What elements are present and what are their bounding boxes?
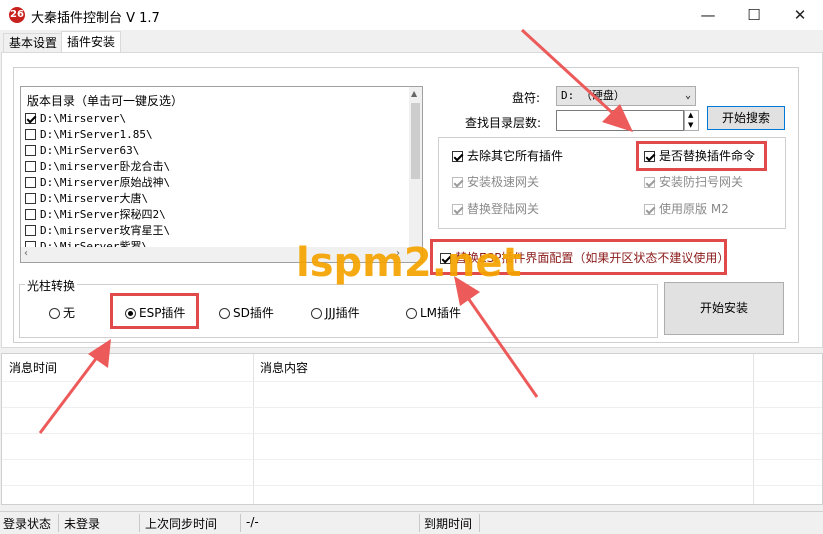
- arrow-icon: [520, 28, 633, 132]
- arrow-icon: [38, 339, 111, 434]
- annotation-arrows: [38, 28, 633, 434]
- arrow-icon: [454, 276, 539, 398]
